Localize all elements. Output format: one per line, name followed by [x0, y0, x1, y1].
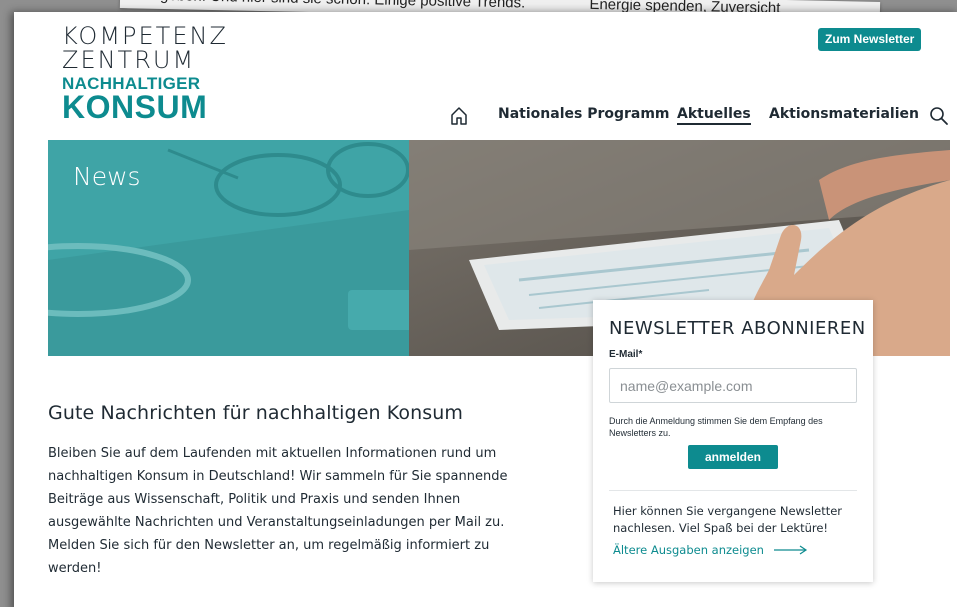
logo-line-zentrum: ZENTRUM — [62, 46, 196, 74]
intro-paragraph: Bleiben Sie auf dem Laufenden mit aktuel… — [48, 446, 508, 576]
search-icon[interactable] — [929, 106, 949, 126]
page-window: KOMPETENZ ZENTRUM NACHHALTIGER KONSUM Zu… — [14, 12, 957, 607]
background-text-left: geben. Und hier sind sie schon: Einige p… — [160, 0, 525, 12]
archive-link-label: Ältere Ausgaben anzeigen — [613, 543, 764, 557]
email-field[interactable] — [609, 368, 857, 403]
arrow-right-icon — [773, 544, 808, 558]
nav-item-nationales-programm[interactable]: Nationales Programm — [498, 106, 670, 122]
email-label: E-Mail* — [609, 349, 643, 360]
nav-item-aktuelles[interactable]: Aktuelles — [677, 106, 751, 125]
divider — [609, 490, 857, 491]
home-icon[interactable] — [450, 106, 468, 126]
newsletter-signup-box: NEWSLETTER ABONNIEREN E-Mail* Durch die … — [593, 300, 873, 582]
hero-title: News — [73, 162, 141, 191]
archive-link[interactable]: Ältere Ausgaben anzeigen — [609, 543, 857, 558]
nav-item-aktionsmaterialien[interactable]: Aktionsmaterialien — [769, 106, 919, 122]
archive-text: Hier können Sie vergangene Newsletter na… — [613, 504, 843, 535]
newsletter-title: NEWSLETTER ABONNIEREN — [609, 318, 866, 339]
page-heading: Gute Nachrichten für nachhaltigen Konsum — [48, 402, 463, 424]
newsletter-button[interactable]: Zum Newsletter — [818, 28, 922, 51]
subscribe-button[interactable]: anmelden — [688, 445, 778, 469]
logo-line-kompetenz: KOMPETENZ — [62, 22, 228, 50]
main-nav: Nationales Programm Aktuelles Aktionsmat… — [14, 106, 957, 130]
consent-text: Durch die Anmeldung stimmen Sie dem Empf… — [609, 416, 823, 438]
